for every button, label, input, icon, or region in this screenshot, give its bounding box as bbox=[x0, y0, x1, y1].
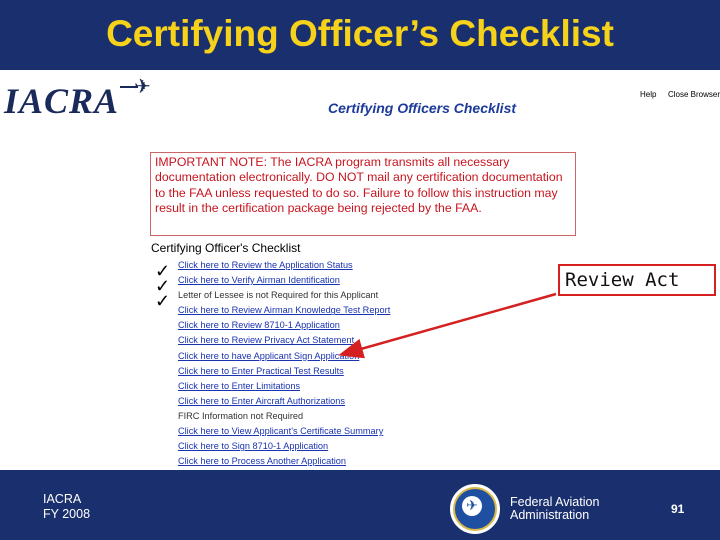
important-note: IMPORTANT NOTE: The IACRA program transm… bbox=[150, 152, 576, 236]
checklist: Click here to Review the Application Sta… bbox=[178, 258, 390, 469]
checklist-item[interactable]: Click here to Sign 8710-1 Application bbox=[178, 439, 390, 454]
airplane-icon: ✈ bbox=[134, 76, 151, 98]
checklist-item[interactable]: Click here to Review 8710-1 Application bbox=[178, 318, 390, 333]
slide-title: Certifying Officer’s Checklist bbox=[106, 13, 614, 54]
check-mark-icon: ✓ bbox=[155, 291, 171, 311]
help-link[interactable]: Help bbox=[640, 90, 656, 99]
app-header: IACRA ✈ Certifying Officers Checklist He… bbox=[0, 70, 720, 121]
checklist-item[interactable]: Click here to Review Airman Knowledge Te… bbox=[178, 303, 390, 318]
faa-seal-icon: ✈ bbox=[448, 482, 502, 536]
checklist-item[interactable]: Click here to Process Another Applicatio… bbox=[178, 454, 390, 469]
close-browser-link[interactable]: Close Browser bbox=[668, 90, 720, 99]
footer-left: IACRA FY 2008 bbox=[43, 492, 90, 522]
checklist-item[interactable]: Click here to Enter Limitations bbox=[178, 379, 390, 394]
checklist-item: Letter of Lessee is not Required for thi… bbox=[178, 290, 379, 301]
footer-iacra: IACRA bbox=[43, 492, 82, 506]
agency-line-2: Administration bbox=[510, 508, 590, 522]
checklist-item: FIRC Information not Required bbox=[178, 410, 304, 421]
agency-name: Federal Aviation Administration bbox=[510, 496, 599, 522]
checklist-item[interactable]: Click here to have Applicant Sign Applic… bbox=[178, 349, 390, 364]
page-number: 91 bbox=[671, 502, 685, 516]
iacra-logo: IACRA bbox=[4, 81, 120, 121]
page-heading: Certifying Officers Checklist bbox=[328, 100, 517, 116]
checklist-item[interactable]: Click here to Review the Application Sta… bbox=[178, 258, 390, 273]
checklist-item[interactable]: Click here to Verify Airman Identificati… bbox=[178, 273, 390, 288]
checklist-item[interactable]: Click here to View Applicant's Certifica… bbox=[178, 424, 390, 439]
checklist-item[interactable]: Click here to Enter Aircraft Authorizati… bbox=[178, 394, 390, 409]
footer-year: FY 2008 bbox=[43, 507, 91, 521]
app-screenshot: IACRA ✈ Certifying Officers Checklist He… bbox=[0, 70, 720, 470]
checklist-item[interactable]: Click here to Review Privacy Act Stateme… bbox=[178, 333, 390, 348]
review-act-callout: Review Act bbox=[558, 264, 716, 296]
checklist-title: Certifying Officer's Checklist bbox=[151, 241, 301, 255]
checklist-item[interactable]: Click here to Enter Practical Test Resul… bbox=[178, 364, 390, 379]
